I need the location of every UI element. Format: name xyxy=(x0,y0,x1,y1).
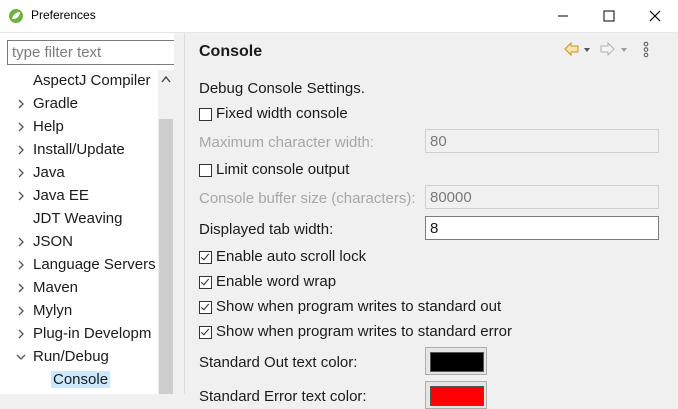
arrow-right-icon xyxy=(600,41,627,57)
window-title: Preferences xyxy=(31,8,96,22)
scroll-thumb[interactable] xyxy=(159,119,173,394)
limit-output-label: Limit console output xyxy=(216,161,350,178)
minimize-button[interactable] xyxy=(540,0,586,32)
tree-item-help[interactable]: Help xyxy=(0,116,158,139)
tree-item-label: Mylyn xyxy=(33,302,73,319)
stderr-color-button[interactable] xyxy=(425,381,487,409)
chevron-down-icon[interactable] xyxy=(16,352,26,362)
pane-sash[interactable] xyxy=(174,33,184,394)
chevron-right-icon[interactable] xyxy=(16,145,26,155)
tree-item-label: Language Servers xyxy=(33,256,156,273)
fixed-width-label: Fixed width console xyxy=(216,105,348,122)
auto-scroll-checkbox[interactable]: Enable auto scroll lock xyxy=(199,248,619,270)
word-wrap-checkbox-box[interactable] xyxy=(199,276,212,289)
buffer-size-label: Console buffer size (characters): xyxy=(199,190,416,207)
tree-item-label: Console xyxy=(51,371,111,388)
chevron-right-icon[interactable] xyxy=(16,306,26,316)
tree-item-aspectj-compiler[interactable]: AspectJ Compiler xyxy=(0,70,158,93)
tree-item-json[interactable]: JSON xyxy=(0,231,158,254)
word-wrap-checkbox[interactable]: Enable word wrap xyxy=(199,273,619,295)
chevron-right-icon[interactable] xyxy=(16,260,26,270)
tree-item-language-servers[interactable]: Language Servers xyxy=(0,254,158,277)
tree-item-label: Install/Update xyxy=(33,141,125,158)
filter-input[interactable] xyxy=(7,40,180,65)
auto-scroll-label: Enable auto scroll lock xyxy=(216,248,367,265)
close-button[interactable] xyxy=(632,0,678,32)
tree-item-mylyn[interactable]: Mylyn xyxy=(0,300,158,323)
tree-item-jdt-weaving[interactable]: JDT Weaving xyxy=(0,208,158,231)
chevron-right-icon[interactable] xyxy=(16,237,26,247)
tree-item-maven[interactable]: Maven xyxy=(0,277,158,300)
arrow-left-icon xyxy=(564,41,590,57)
scroll-up-button[interactable] xyxy=(158,70,174,88)
stdout-color-swatch xyxy=(430,352,484,372)
chevron-up-icon xyxy=(161,75,171,83)
stderr-color-label: Standard Error text color: xyxy=(199,388,367,405)
section-label: Debug Console Settings. xyxy=(199,80,365,97)
tree-item-label: JDT Weaving xyxy=(33,210,123,227)
forward-button[interactable] xyxy=(599,41,633,59)
page-title: Console xyxy=(199,43,263,60)
tree-item-label: JSON xyxy=(33,233,74,250)
vertical-ellipsis-icon xyxy=(643,41,649,58)
maximize-icon xyxy=(603,10,615,22)
max-char-width-label: Maximum character width: xyxy=(199,134,375,151)
tab-width-label: Displayed tab width: xyxy=(199,221,334,238)
tree-item-label: Java EE xyxy=(33,187,89,204)
fixed-width-checkbox[interactable]: Fixed width console xyxy=(199,105,499,127)
tab-width-field[interactable]: 8 xyxy=(425,216,659,240)
fixed-width-checkbox-box[interactable] xyxy=(199,108,212,121)
chevron-right-icon[interactable] xyxy=(16,329,26,339)
tree-item-run-debug[interactable]: Run/Debug xyxy=(0,346,158,369)
tree-item-java-ee[interactable]: Java EE xyxy=(0,185,158,208)
tree-item-label: AspectJ Compiler xyxy=(33,72,151,89)
stdout-color-label: Standard Out text color: xyxy=(199,354,358,371)
tree-item-console[interactable]: Console xyxy=(0,369,158,392)
show-stderr-checkbox[interactable]: Show when program writes to standard err… xyxy=(199,323,619,345)
tree-item-label: Gradle xyxy=(33,95,79,112)
limit-output-checkbox[interactable]: Limit console output xyxy=(199,161,499,183)
stderr-color-swatch xyxy=(430,386,484,406)
stdout-color-button[interactable] xyxy=(425,347,487,375)
preference-tree: AspectJ Compiler Gradle Help Install/Update… xyxy=(0,70,158,394)
title-bar: Preferences xyxy=(0,0,678,33)
max-char-width-field[interactable]: 80 xyxy=(425,129,659,153)
spring-leaf-icon xyxy=(9,9,23,23)
show-stdout-label: Show when program writes to standard out xyxy=(216,298,502,315)
tree-scrollbar[interactable] xyxy=(158,70,174,394)
chevron-right-icon[interactable] xyxy=(16,191,26,201)
maximize-button[interactable] xyxy=(586,0,632,32)
tree-item-plug-in-developm[interactable]: Plug-in Developm xyxy=(0,323,158,346)
tree-item-label: Help xyxy=(33,118,64,135)
view-menu-button[interactable] xyxy=(639,41,653,59)
preference-page: Console Debug Console Settings. Fixed wi… xyxy=(184,33,678,409)
chevron-right-icon[interactable] xyxy=(16,283,26,293)
buffer-size-field[interactable]: 80000 xyxy=(425,185,659,209)
chevron-right-icon[interactable] xyxy=(16,122,26,132)
minimize-icon xyxy=(558,15,568,17)
show-stderr-checkbox-box[interactable] xyxy=(199,326,212,339)
tree-item-install-update[interactable]: Install/Update xyxy=(0,139,158,162)
tree-item-label: Run/Debug xyxy=(33,348,109,365)
show-stdout-checkbox-box[interactable] xyxy=(199,301,212,314)
tree-item-label: Java xyxy=(33,164,65,181)
chevron-right-icon[interactable] xyxy=(16,99,26,109)
limit-output-checkbox-box[interactable] xyxy=(199,164,212,177)
show-stdout-checkbox[interactable]: Show when program writes to standard out xyxy=(199,298,619,320)
tree-item-java[interactable]: Java xyxy=(0,162,158,185)
chevron-right-icon[interactable] xyxy=(16,168,26,178)
word-wrap-label: Enable word wrap xyxy=(216,273,337,290)
close-icon xyxy=(649,10,661,22)
preference-tree-pane: AspectJ Compiler Gradle Help Install/Update… xyxy=(0,33,184,394)
tree-item-label: Maven xyxy=(33,279,79,296)
show-stderr-label: Show when program writes to standard err… xyxy=(216,323,512,340)
tree-item-gradle[interactable]: Gradle xyxy=(0,93,158,116)
auto-scroll-checkbox-box[interactable] xyxy=(199,251,212,264)
back-button[interactable] xyxy=(563,41,597,59)
tree-item-label: Plug-in Developm xyxy=(33,325,152,342)
